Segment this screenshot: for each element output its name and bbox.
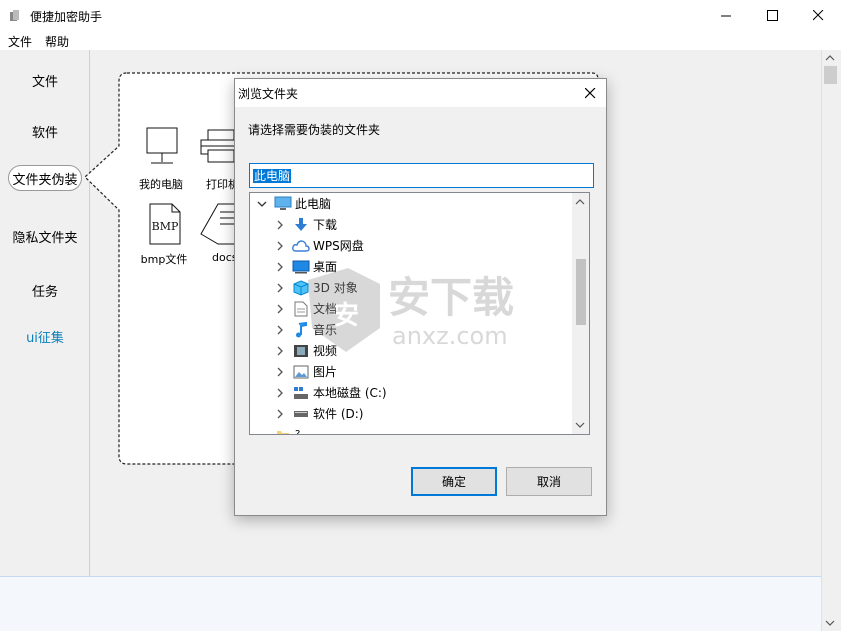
maximize-icon — [766, 10, 778, 21]
printer-icon — [200, 129, 237, 163]
minimize-icon — [720, 15, 731, 17]
tree-item-label: ? — [295, 429, 301, 435]
chevron-right-icon[interactable] — [274, 282, 286, 294]
sidebar-item-ui-collection[interactable]: ui征集 — [0, 327, 90, 346]
folder-icon — [274, 427, 292, 434]
tree-item-this-pc[interactable]: 此电脑 — [256, 193, 331, 214]
folder-path-value: 此电脑 — [253, 169, 292, 183]
chevron-down-icon[interactable] — [256, 198, 268, 210]
tree-item-label: 下载 — [313, 218, 338, 232]
tree-item-label: WPS网盘 — [313, 239, 364, 253]
sidebar-item-software[interactable]: 软件 — [0, 122, 90, 141]
dialog-title: 浏览文件夹 — [238, 87, 299, 101]
menu-file[interactable]: 文件 — [8, 33, 32, 50]
window-title: 便捷加密助手 — [30, 10, 103, 24]
svg-text:anxz.com: anxz.com — [392, 322, 508, 350]
tree-item-label: 本地磁盘 (C:) — [313, 386, 387, 400]
status-area — [0, 577, 821, 631]
maximize-button[interactable] — [749, 0, 795, 31]
sidebar-item-tasks[interactable]: 任务 — [0, 281, 90, 300]
minimize-button[interactable] — [703, 0, 749, 31]
menu-bar: 文件 帮助 — [0, 31, 841, 50]
chevron-right-icon[interactable] — [274, 387, 286, 399]
chevron-right-icon[interactable] — [274, 324, 286, 336]
tree-item-wps-drive[interactable]: WPS网盘 — [274, 235, 364, 256]
scroll-up-icon[interactable] — [575, 198, 585, 206]
picture-icon — [292, 364, 310, 380]
chevron-right-icon[interactable] — [274, 408, 286, 420]
app-icon — [10, 10, 19, 21]
chevron-right-icon[interactable] — [274, 219, 286, 231]
scroll-down-icon[interactable] — [575, 421, 585, 429]
tree-item-drive-d[interactable]: 软件 (D:) — [274, 403, 363, 424]
tree-item-local-disk-c[interactable]: 本地磁盘 (C:) — [274, 382, 387, 403]
svg-text:安: 安 — [333, 301, 359, 331]
svg-text:安下载: 安下载 — [388, 273, 514, 322]
sidebar-item-files[interactable]: 文件 — [0, 71, 90, 90]
chevron-right-icon[interactable] — [274, 240, 286, 252]
chevron-right-icon[interactable] — [274, 303, 286, 315]
cloud-icon — [292, 238, 310, 254]
sidebar-item-private-folder[interactable]: 隐私文件夹 — [0, 227, 90, 246]
drive-icon — [292, 406, 310, 422]
ok-button[interactable]: 确定 — [411, 467, 497, 496]
local-disk-icon — [292, 385, 310, 401]
chevron-right-icon[interactable] — [274, 366, 286, 378]
close-icon — [812, 10, 823, 21]
svg-text:BMP: BMP — [152, 220, 179, 233]
cancel-button[interactable]: 取消 — [506, 467, 592, 496]
dialog-prompt: 请选择需要伪装的文件夹 — [248, 123, 381, 137]
watermark-logo: 安 安下载 anxz.com — [308, 268, 514, 352]
download-icon — [292, 217, 310, 233]
tree-item-label: 软件 (D:) — [313, 407, 364, 421]
tree-item-label: 图片 — [313, 365, 338, 379]
tree-item-partial[interactable]: ? — [274, 424, 301, 435]
dialog-close-button[interactable] — [579, 83, 601, 103]
chevron-right-icon[interactable] — [274, 345, 286, 357]
chevron-right-icon[interactable] — [274, 261, 286, 273]
tree-scrollbar-thumb[interactable] — [576, 259, 586, 325]
tile-label-my-computer[interactable]: 我的电脑 — [129, 176, 193, 192]
menu-help[interactable]: 帮助 — [45, 33, 69, 50]
window-scrollbar[interactable] — [821, 50, 841, 631]
scroll-down-icon[interactable] — [825, 619, 835, 627]
folder-path-input[interactable]: 此电脑 — [249, 163, 594, 188]
window-scrollbar-thumb[interactable] — [824, 66, 837, 84]
tree-item-label: 此电脑 — [295, 197, 332, 211]
close-icon — [584, 87, 595, 98]
document-icon — [200, 203, 236, 245]
tree-item-pictures[interactable]: 图片 — [274, 361, 337, 382]
computer-icon — [274, 196, 292, 212]
bmp-file-icon: BMP — [149, 203, 181, 245]
sidebar-item-folder-disguise[interactable]: 文件夹伪装 — [8, 165, 82, 191]
sidebar-item-label: 文件夹伪装 — [12, 172, 78, 188]
computer-icon — [146, 127, 178, 164]
title-bar: 便捷加密助手 — [0, 0, 841, 31]
tile-label-bmp-file[interactable]: bmp文件 — [132, 251, 196, 267]
close-button[interactable] — [795, 0, 841, 31]
scroll-up-icon[interactable] — [825, 54, 835, 62]
tree-item-downloads[interactable]: 下载 — [274, 214, 337, 235]
